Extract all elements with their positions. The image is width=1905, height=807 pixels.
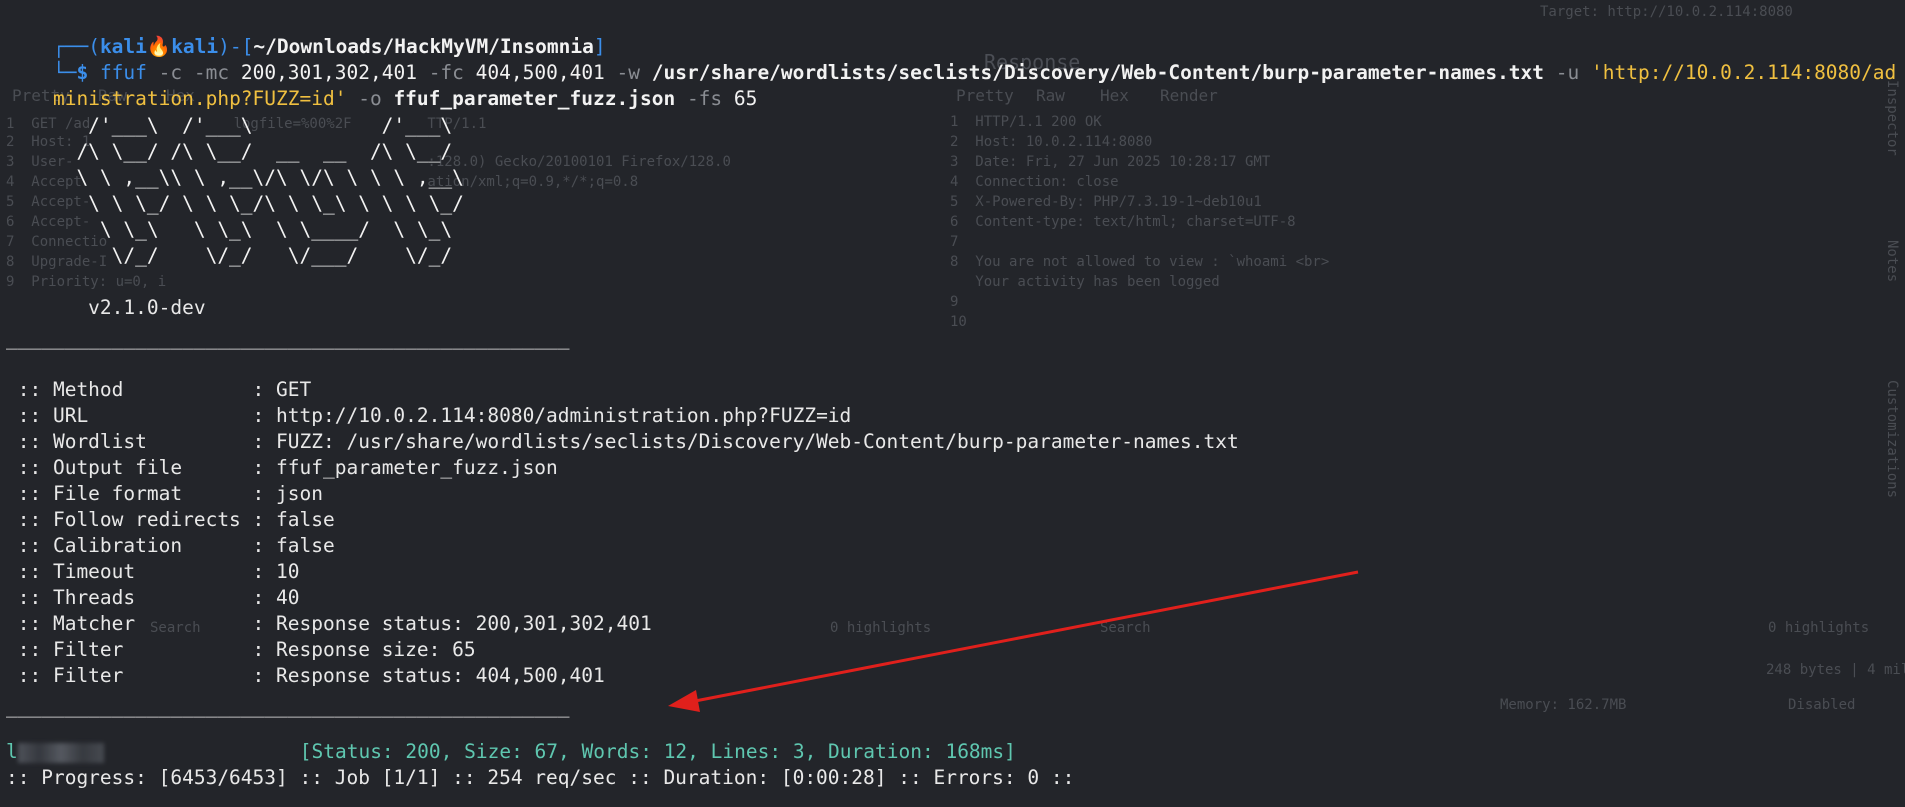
response-tab-pretty: Pretty bbox=[956, 86, 1014, 105]
response-tab-raw: Raw bbox=[1036, 86, 1065, 105]
response-line: 3 Date: Fri, 27 Jun 2025 10:28:17 GMT bbox=[950, 154, 1271, 170]
config-key: :: Filter : bbox=[6, 638, 277, 661]
banner-line: \ \_\ \ \_\ \ \____/ \ \_\ bbox=[6, 218, 453, 241]
target-label: Target: http://10.0.2.114:8080 bbox=[1540, 4, 1793, 20]
result-parameter: l bbox=[6, 740, 18, 763]
fs-value: 65 bbox=[722, 87, 758, 110]
flag-fs: -fs bbox=[675, 87, 723, 110]
config-value: false bbox=[276, 508, 335, 531]
config-row-timeout: :: Timeout : 10 bbox=[6, 559, 300, 585]
search-right: Search bbox=[1100, 620, 1151, 636]
banner-line: /'___\ /'___\ /'___\ bbox=[6, 114, 453, 137]
side-label-inspector: Inspector bbox=[1884, 80, 1900, 156]
separator: ________________________________________… bbox=[6, 327, 570, 350]
banner-line: \/_/ \/_/ \/___/ \/_/ bbox=[6, 244, 453, 267]
response-line: 7 bbox=[950, 234, 959, 250]
url-value-part1: 'http://10.0.2.114:8080/ad bbox=[1579, 61, 1897, 84]
config-row-follow-redirects: :: Follow redirects : false bbox=[6, 507, 335, 533]
config-key: :: Filter : bbox=[6, 664, 277, 687]
config-row-calibration: :: Calibration : false bbox=[6, 533, 335, 559]
config-row-threads: :: Threads : 40 bbox=[6, 585, 300, 611]
side-label-notes: Notes bbox=[1884, 240, 1900, 283]
config-row-filter-size: :: Filter : Response size: 65 bbox=[6, 637, 476, 663]
config-value: http://10.0.2.114:8080/administration.ph… bbox=[276, 404, 852, 427]
config-key: :: Wordlist : bbox=[6, 430, 277, 453]
flag-u: -u bbox=[1544, 61, 1580, 84]
response-line: 5 X-Powered-By: PHP/7.3.19-1~deb10u1 bbox=[950, 194, 1262, 210]
config-value: json bbox=[276, 482, 323, 505]
command-line-2: ministration.php?FUZZ=id' -o ffuf_parame… bbox=[6, 60, 757, 110]
result-line: l [Status: 200, Size: 67, Words: 12, Line… bbox=[6, 739, 1016, 765]
response-line: 4 Connection: close bbox=[950, 174, 1119, 190]
response-line: 9 bbox=[950, 294, 959, 310]
config-value: Response size: 65 bbox=[276, 638, 476, 661]
disabled-label: Disabled bbox=[1788, 697, 1856, 713]
config-value: FUZZ: /usr/share/wordlists/seclists/Disc… bbox=[276, 430, 1239, 453]
config-row-url: :: URL : http://10.0.2.114:8080/administ… bbox=[6, 403, 852, 429]
prompt-line: ┌──(kali🔥kali)-[~/Downloads/HackMyVM/Ins… bbox=[6, 8, 606, 58]
flag-o: -o bbox=[346, 87, 382, 110]
output-file-value: ffuf_parameter_fuzz.json bbox=[381, 87, 676, 110]
version-label: v2.1.0-dev bbox=[6, 296, 206, 319]
config-row-method: :: Method : GET bbox=[6, 377, 312, 403]
progress-line: :: Progress: [6453/6453] :: Job [1/1] ::… bbox=[6, 766, 1075, 789]
arrow-head bbox=[668, 690, 700, 712]
command-line-1: └─$ ffuf -c -mc 200,301,302,401 -fc 404,… bbox=[6, 34, 1896, 84]
config-value: Response status: 404,500,401 bbox=[276, 664, 605, 687]
config-key: :: Method : bbox=[6, 378, 277, 401]
response-tab-render: Render bbox=[1160, 86, 1218, 105]
config-value: Response status: 200,301,302,401 bbox=[276, 612, 652, 635]
config-value: ffuf_parameter_fuzz.json bbox=[276, 456, 558, 479]
result-status: [Status: 200, Size: 67, Words: 12, Lines… bbox=[299, 740, 1016, 763]
config-key: :: Follow redirects : bbox=[6, 508, 277, 531]
config-value: 40 bbox=[276, 586, 300, 609]
request-line: 9 Priority: u=0, i bbox=[6, 274, 167, 290]
response-line: 10 bbox=[950, 314, 967, 330]
config-key: :: URL : bbox=[6, 404, 277, 427]
response-line: 2 Host: 10.0.2.114:8080 bbox=[950, 134, 1153, 150]
banner-line: \ \ \_/ \ \ \_/\ \ \_\ \ \ \ \_/ bbox=[6, 192, 464, 215]
banner-line: /\ \__/ /\ \__/ __ __ /\ \__/ bbox=[6, 140, 453, 163]
config-row-file-format: :: File format : json bbox=[6, 481, 323, 507]
config-row-wordlist: :: Wordlist : FUZZ: /usr/share/wordlists… bbox=[6, 429, 1239, 455]
config-value: false bbox=[276, 534, 335, 557]
config-value: 10 bbox=[276, 560, 300, 583]
response-line: 8 You are not allowed to view : `whoami … bbox=[950, 254, 1330, 270]
response-tab-hex: Hex bbox=[1100, 86, 1129, 105]
highlights-left: 0 highlights bbox=[830, 620, 932, 636]
response-line: 1 HTTP/1.1 200 OK bbox=[950, 114, 1102, 130]
url-value-part2: ministration.php?FUZZ=id' bbox=[52, 87, 347, 110]
config-row-matcher: :: Matcher : Response status: 200,301,30… bbox=[6, 611, 652, 637]
config-value: GET bbox=[276, 378, 312, 401]
banner-line: \ \ ,__\\ \ ,__\/\ \/\ \ \ \ ,__\ bbox=[6, 166, 464, 189]
wordlist-path: /usr/share/wordlists/seclists/Discovery/… bbox=[640, 61, 1545, 84]
response-line: Your activity has been logged bbox=[950, 274, 1220, 290]
config-key: :: Threads : bbox=[6, 586, 277, 609]
bytes-label: 248 bytes | 4 mill bbox=[1766, 662, 1905, 678]
arrow-shaft bbox=[689, 570, 1359, 704]
config-key: :: File format : bbox=[6, 482, 277, 505]
config-row-output-file: :: Output file : ffuf_parameter_fuzz.jso… bbox=[6, 455, 558, 481]
config-key: :: Matcher : bbox=[6, 612, 277, 635]
config-key: :: Calibration : bbox=[6, 534, 277, 557]
separator: ________________________________________… bbox=[6, 695, 570, 718]
side-label-customizations: Customizations bbox=[1884, 380, 1900, 499]
config-key: :: Output file : bbox=[6, 456, 277, 479]
response-line: 6 Content-type: text/html; charset=UTF-8 bbox=[950, 214, 1296, 230]
config-key: :: Timeout : bbox=[6, 560, 277, 583]
highlights-right: 0 highlights bbox=[1768, 620, 1870, 636]
config-row-filter-status: :: Filter : Response status: 404,500,401 bbox=[6, 663, 605, 689]
memory-label: Memory: 162.7MB bbox=[1500, 697, 1627, 713]
redacted-parameter bbox=[17, 742, 104, 763]
